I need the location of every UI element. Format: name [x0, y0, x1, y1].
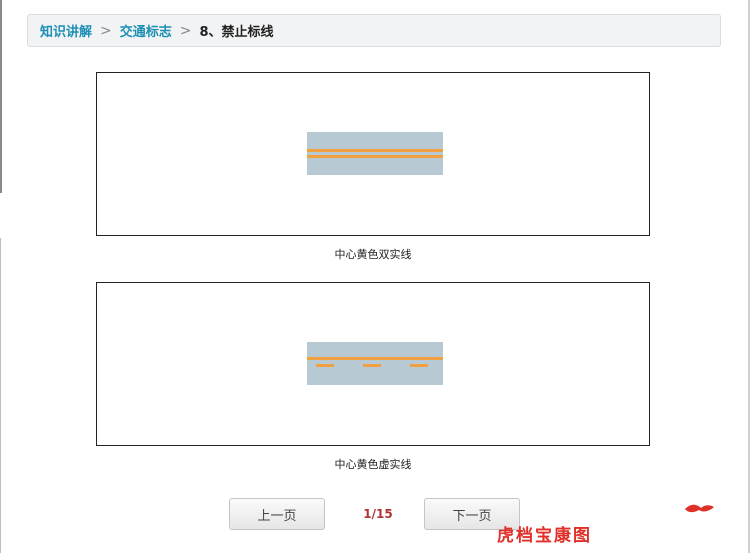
yellow-dashed-segment — [410, 364, 428, 367]
yellow-solid-line — [307, 149, 443, 152]
road-marking-image — [307, 132, 443, 175]
figure-panel-solid-dashed — [96, 282, 650, 446]
red-stamp-icon — [683, 500, 717, 519]
breadcrumb: 知识讲解 > 交通标志 > 8、禁止标线 — [27, 14, 721, 47]
breadcrumb-separator-icon: > — [100, 22, 112, 39]
figure-caption: 中心黄色虚实线 — [334, 458, 412, 471]
yellow-dashed-segment — [316, 364, 334, 367]
breadcrumb-link-traffic-signs[interactable]: 交通标志 — [120, 21, 172, 40]
yellow-solid-line — [307, 357, 443, 360]
window-frame-left-lower — [0, 238, 1, 553]
figure-caption: 中心黄色双实线 — [334, 248, 412, 261]
prev-page-button[interactable]: 上一页 — [229, 498, 325, 530]
yellow-dashed-segment — [363, 364, 381, 367]
road-marking-image — [307, 342, 443, 385]
yellow-solid-line — [307, 155, 443, 158]
window-frame-left — [0, 0, 2, 193]
breadcrumb-current: 8、禁止标线 — [199, 25, 274, 40]
watermark-text: 虎档宝康图 — [497, 526, 592, 546]
page-indicator: 1/15 — [363, 507, 393, 521]
breadcrumb-separator-icon: > — [179, 22, 192, 39]
figure-panel-double-solid — [96, 72, 650, 236]
breadcrumb-link-knowledge[interactable]: 知识讲解 — [40, 21, 92, 40]
